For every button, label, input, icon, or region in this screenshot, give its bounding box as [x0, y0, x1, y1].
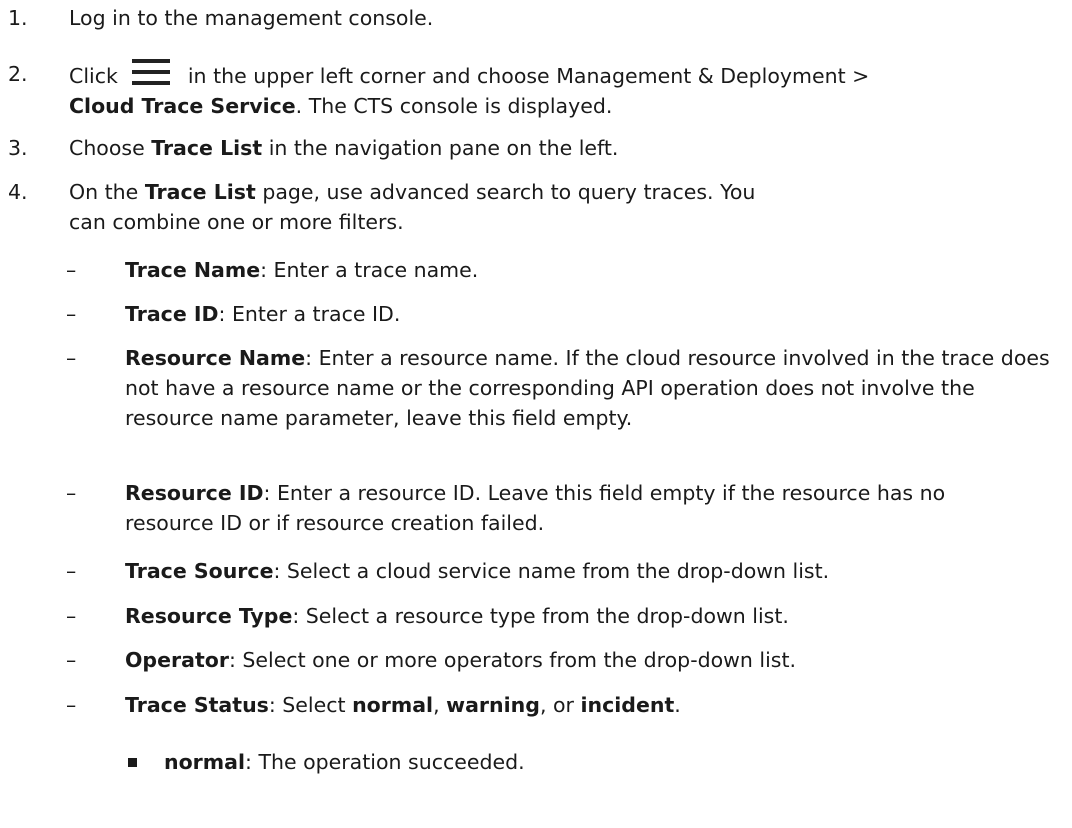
status-end: . — [674, 693, 681, 717]
list-dash: – — [66, 604, 77, 628]
step-text-mid: in the upper left corner and choose Mana… — [187, 64, 870, 88]
status-label: normal — [164, 750, 246, 774]
filter-desc: : Select one or more operators from the … — [228, 648, 797, 672]
filter-text: Trace Source: Select a cloud service nam… — [125, 556, 1060, 586]
filter-desc: : Select a cloud service name from the d… — [273, 559, 830, 583]
status-sep: , — [433, 693, 440, 717]
status-option-normal: normal — [352, 693, 434, 717]
filter-label: Trace Name — [125, 258, 261, 282]
step-text: Log in to the management console. — [69, 3, 1049, 33]
step-text-pre: Click — [69, 64, 118, 88]
step-bold-term: Trace List — [144, 180, 256, 204]
filter-desc: : Select a resource type from the drop-d… — [292, 604, 789, 628]
step-text-pre: On the — [69, 180, 139, 204]
status-option-incident: incident — [580, 693, 675, 717]
step-text: On the Trace List page, use advanced sea… — [69, 177, 769, 237]
filter-text: Resource Type: Select a resource type fr… — [125, 601, 1060, 631]
menu-icon — [131, 59, 170, 85]
list-dash: – — [66, 481, 77, 505]
filter-text: Resource ID: Enter a resource ID. Leave … — [125, 478, 1015, 538]
status-desc: : The operation succeeded. — [245, 750, 525, 774]
filter-label: Trace Source — [125, 559, 274, 583]
filter-label: Trace ID — [125, 302, 219, 326]
filter-desc: : Enter a trace name. — [260, 258, 479, 282]
step-number: 3. — [8, 136, 28, 160]
step-number: 1. — [8, 6, 28, 30]
filter-text: Resource Name: Enter a resource name. If… — [125, 343, 1055, 433]
step-bold-term: Cloud Trace Service — [69, 94, 296, 118]
status-option-warning: warning — [446, 693, 540, 717]
filter-label: Operator — [125, 648, 229, 672]
list-dash: – — [66, 346, 77, 370]
list-dash: – — [66, 693, 77, 717]
list-dash: – — [66, 302, 77, 326]
list-dash: – — [66, 258, 77, 282]
step-text-post: . The CTS console is displayed. — [295, 94, 613, 118]
filter-text: Trace Status: Select normal, warning, or… — [125, 690, 1060, 720]
step-text-content: Log in to the management console. — [69, 6, 434, 30]
step-text-pre: Choose — [69, 136, 145, 160]
filter-label: Resource Name — [125, 346, 306, 370]
step-text-post: in the navigation pane on the left. — [268, 136, 619, 160]
filter-text: Operator: Select one or more operators f… — [125, 645, 1060, 675]
list-dash: – — [66, 648, 77, 672]
step-text: Choose Trace List in the navigation pane… — [69, 133, 1049, 163]
filter-desc: : Enter a trace ID. — [218, 302, 401, 326]
filter-text: Trace ID: Enter a trace ID. — [125, 299, 1060, 329]
filter-desc: : Select — [268, 693, 346, 717]
status-sep: , or — [539, 693, 574, 717]
filter-label: Resource ID — [125, 481, 264, 505]
square-bullet-icon — [128, 758, 137, 767]
list-dash: – — [66, 559, 77, 583]
step-number: 4. — [8, 180, 28, 204]
filter-label: Resource Type — [125, 604, 293, 628]
step-text: Click in the upper left corner and choose… — [69, 59, 1049, 121]
filter-label: Trace Status — [125, 693, 269, 717]
step-bold-term: Trace List — [151, 136, 263, 160]
step-number: 2. — [8, 62, 28, 86]
filter-text: Trace Name: Enter a trace name. — [125, 255, 1060, 285]
status-text: normal: The operation succeeded. — [164, 747, 1054, 777]
document-page: 1. Log in to the management console. 2. … — [0, 0, 1072, 828]
